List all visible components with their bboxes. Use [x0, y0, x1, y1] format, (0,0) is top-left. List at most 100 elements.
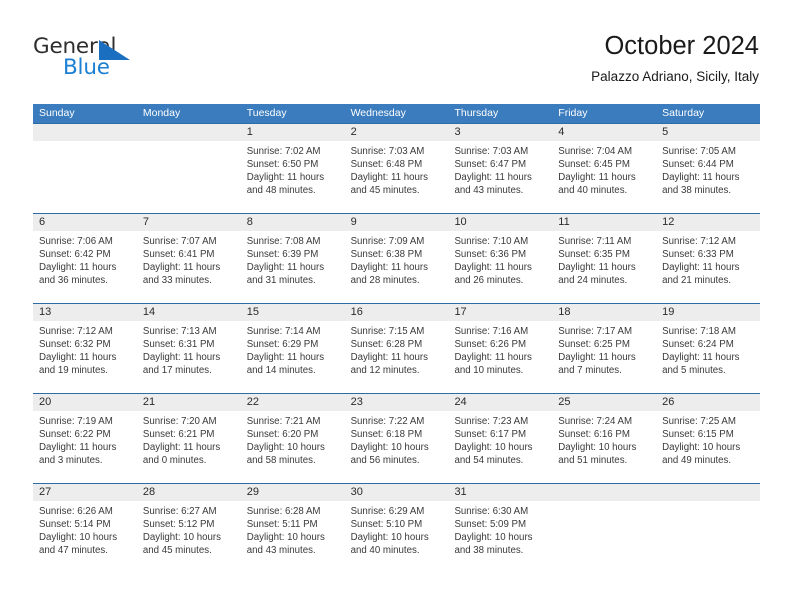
day-number[interactable]: 20 [33, 394, 137, 411]
day-number[interactable]: 4 [552, 124, 656, 141]
day-cell[interactable]: Sunrise: 7:02 AM Sunset: 6:50 PM Dayligh… [241, 141, 345, 213]
day-number[interactable]: 31 [448, 484, 552, 501]
day-number[interactable]: 7 [137, 214, 241, 231]
sunset-text: Sunset: 6:33 PM [662, 249, 734, 261]
day-cell[interactable]: Sunrise: 7:09 AM Sunset: 6:38 PM Dayligh… [345, 231, 449, 303]
sunset-text: Sunset: 6:42 PM [39, 249, 111, 261]
day-number[interactable]: 21 [137, 394, 241, 411]
day-cell[interactable]: Sunrise: 7:04 AM Sunset: 6:45 PM Dayligh… [552, 141, 656, 213]
daylight-text-line2: and 45 minutes. [350, 185, 420, 197]
day-number[interactable]: 8 [241, 214, 345, 231]
day-number[interactable]: 23 [345, 394, 449, 411]
day-number[interactable]: 3 [448, 124, 552, 141]
day-number[interactable]: 25 [552, 394, 656, 411]
day-cell[interactable]: Sunrise: 7:11 AM Sunset: 6:35 PM Dayligh… [552, 231, 656, 303]
day-number[interactable]: 28 [137, 484, 241, 501]
day-cell[interactable]: Sunrise: 7:10 AM Sunset: 6:36 PM Dayligh… [448, 231, 552, 303]
daylight-text-line2: and 43 minutes. [246, 545, 316, 557]
sunset-text: Sunset: 6:35 PM [558, 249, 630, 261]
day-cell[interactable]: Sunrise: 6:29 AM Sunset: 5:10 PM Dayligh… [345, 501, 449, 573]
day-cell[interactable]: Sunrise: 7:21 AM Sunset: 6:20 PM Dayligh… [241, 411, 345, 483]
daylight-text-line1: Daylight: 11 hours [246, 262, 325, 274]
day-cell[interactable]: Sunrise: 7:23 AM Sunset: 6:17 PM Dayligh… [448, 411, 552, 483]
day-number[interactable] [137, 124, 241, 141]
day-cell[interactable]: Sunrise: 7:18 AM Sunset: 6:24 PM Dayligh… [656, 321, 760, 393]
day-cell[interactable]: Sunrise: 6:27 AM Sunset: 5:12 PM Dayligh… [137, 501, 241, 573]
day-cell[interactable]: Sunrise: 7:22 AM Sunset: 6:18 PM Dayligh… [345, 411, 449, 483]
day-cell[interactable]: Sunrise: 7:08 AM Sunset: 6:39 PM Dayligh… [241, 231, 345, 303]
week-row: 6 7 8 9 10 11 12 Sunrise: 7:06 AM Sunset… [33, 213, 760, 303]
day-number[interactable]: 29 [241, 484, 345, 501]
weekday-header-monday: Monday [142, 107, 181, 119]
sunrise-text: Sunrise: 7:18 AM [662, 326, 736, 337]
sunrise-text: Sunrise: 7:19 AM [39, 416, 113, 427]
day-cell[interactable]: Sunrise: 7:07 AM Sunset: 6:41 PM Dayligh… [137, 231, 241, 303]
day-number[interactable]: 11 [552, 214, 656, 231]
day-number[interactable]: 30 [345, 484, 449, 501]
day-cell[interactable]: Sunrise: 7:12 AM Sunset: 6:33 PM Dayligh… [656, 231, 760, 303]
day-number[interactable]: 12 [656, 214, 760, 231]
day-number[interactable]: 15 [241, 304, 345, 321]
day-number[interactable]: 18 [552, 304, 656, 321]
day-number[interactable]: 22 [241, 394, 345, 411]
day-cell[interactable]: Sunrise: 7:03 AM Sunset: 6:47 PM Dayligh… [448, 141, 552, 213]
day-cell[interactable]: Sunrise: 7:06 AM Sunset: 6:42 PM Dayligh… [33, 231, 137, 303]
day-cell[interactable]: Sunrise: 7:25 AM Sunset: 6:15 PM Dayligh… [656, 411, 760, 483]
daylight-text-line1: Daylight: 11 hours [39, 262, 117, 274]
sunset-text: Sunset: 6:24 PM [662, 339, 734, 351]
daylight-text-line1: Daylight: 10 hours [246, 532, 325, 544]
calendar-grid: Sunday Monday Tuesday Wednesday Thursday… [33, 104, 760, 573]
day-cell[interactable]: Sunrise: 6:26 AM Sunset: 5:14 PM Dayligh… [33, 501, 137, 573]
sunrise-text: Sunrise: 7:09 AM [350, 236, 425, 247]
day-number[interactable]: 26 [656, 394, 760, 411]
day-number[interactable]: 16 [345, 304, 449, 321]
sunrise-text: Sunrise: 7:25 AM [662, 416, 736, 427]
day-number[interactable]: 6 [33, 214, 137, 231]
week-row: 13 14 15 16 17 18 19 Sunrise: 7:12 AM Su… [33, 303, 760, 393]
day-number[interactable]: 19 [656, 304, 760, 321]
day-cell[interactable]: Sunrise: 7:14 AM Sunset: 6:29 PM Dayligh… [241, 321, 345, 393]
day-number[interactable]: 10 [448, 214, 552, 231]
day-cell[interactable]: Sunrise: 7:24 AM Sunset: 6:16 PM Dayligh… [552, 411, 656, 483]
sunrise-text: Sunrise: 7:12 AM [39, 326, 113, 337]
sunrise-text: Sunrise: 6:28 AM [246, 506, 321, 517]
day-number[interactable]: 14 [137, 304, 241, 321]
day-cell[interactable]: Sunrise: 7:03 AM Sunset: 6:48 PM Dayligh… [345, 141, 449, 213]
day-cell[interactable]: Sunrise: 7:20 AM Sunset: 6:21 PM Dayligh… [137, 411, 241, 483]
day-cell[interactable] [33, 141, 137, 213]
day-cell[interactable]: Sunrise: 6:30 AM Sunset: 5:09 PM Dayligh… [448, 501, 552, 573]
day-cell[interactable]: Sunrise: 7:13 AM Sunset: 6:31 PM Dayligh… [137, 321, 241, 393]
day-number[interactable]: 1 [241, 124, 345, 141]
day-cell[interactable] [552, 501, 656, 573]
day-cell[interactable] [656, 501, 760, 573]
day-cell[interactable]: Sunrise: 7:16 AM Sunset: 6:26 PM Dayligh… [448, 321, 552, 393]
day-cell[interactable]: Sunrise: 7:15 AM Sunset: 6:28 PM Dayligh… [345, 321, 449, 393]
day-number[interactable]: 2 [345, 124, 449, 141]
daylight-text-line1: Daylight: 11 hours [662, 172, 740, 184]
sunrise-text: Sunrise: 7:03 AM [350, 146, 425, 157]
sunset-text: Sunset: 6:20 PM [246, 429, 319, 441]
daylight-text-line2: and 49 minutes. [662, 455, 732, 467]
day-number[interactable]: 24 [448, 394, 552, 411]
day-cell[interactable]: Sunrise: 7:17 AM Sunset: 6:25 PM Dayligh… [552, 321, 656, 393]
sunset-text: Sunset: 6:47 PM [454, 159, 527, 171]
week-detail-band: Sunrise: 7:12 AM Sunset: 6:32 PM Dayligh… [33, 321, 760, 393]
sunrise-text: Sunrise: 6:29 AM [350, 506, 425, 517]
day-cell[interactable]: Sunrise: 7:05 AM Sunset: 6:44 PM Dayligh… [656, 141, 760, 213]
daylight-text-line1: Daylight: 11 hours [39, 352, 117, 364]
day-number[interactable]: 13 [33, 304, 137, 321]
sunrise-text: Sunrise: 7:15 AM [350, 326, 425, 337]
day-cell[interactable]: Sunrise: 6:28 AM Sunset: 5:11 PM Dayligh… [241, 501, 345, 573]
day-cell[interactable] [137, 141, 241, 213]
day-number[interactable]: 27 [33, 484, 137, 501]
day-number[interactable]: 17 [448, 304, 552, 321]
day-cell[interactable]: Sunrise: 7:19 AM Sunset: 6:22 PM Dayligh… [33, 411, 137, 483]
day-number[interactable] [552, 484, 656, 501]
sunrise-text: Sunrise: 7:13 AM [142, 326, 217, 337]
day-number[interactable]: 9 [345, 214, 449, 231]
day-number[interactable]: 5 [656, 124, 760, 141]
day-number[interactable] [33, 124, 137, 141]
daylight-text-line2: and 0 minutes. [142, 455, 207, 467]
day-number[interactable] [656, 484, 760, 501]
day-cell[interactable]: Sunrise: 7:12 AM Sunset: 6:32 PM Dayligh… [33, 321, 137, 393]
